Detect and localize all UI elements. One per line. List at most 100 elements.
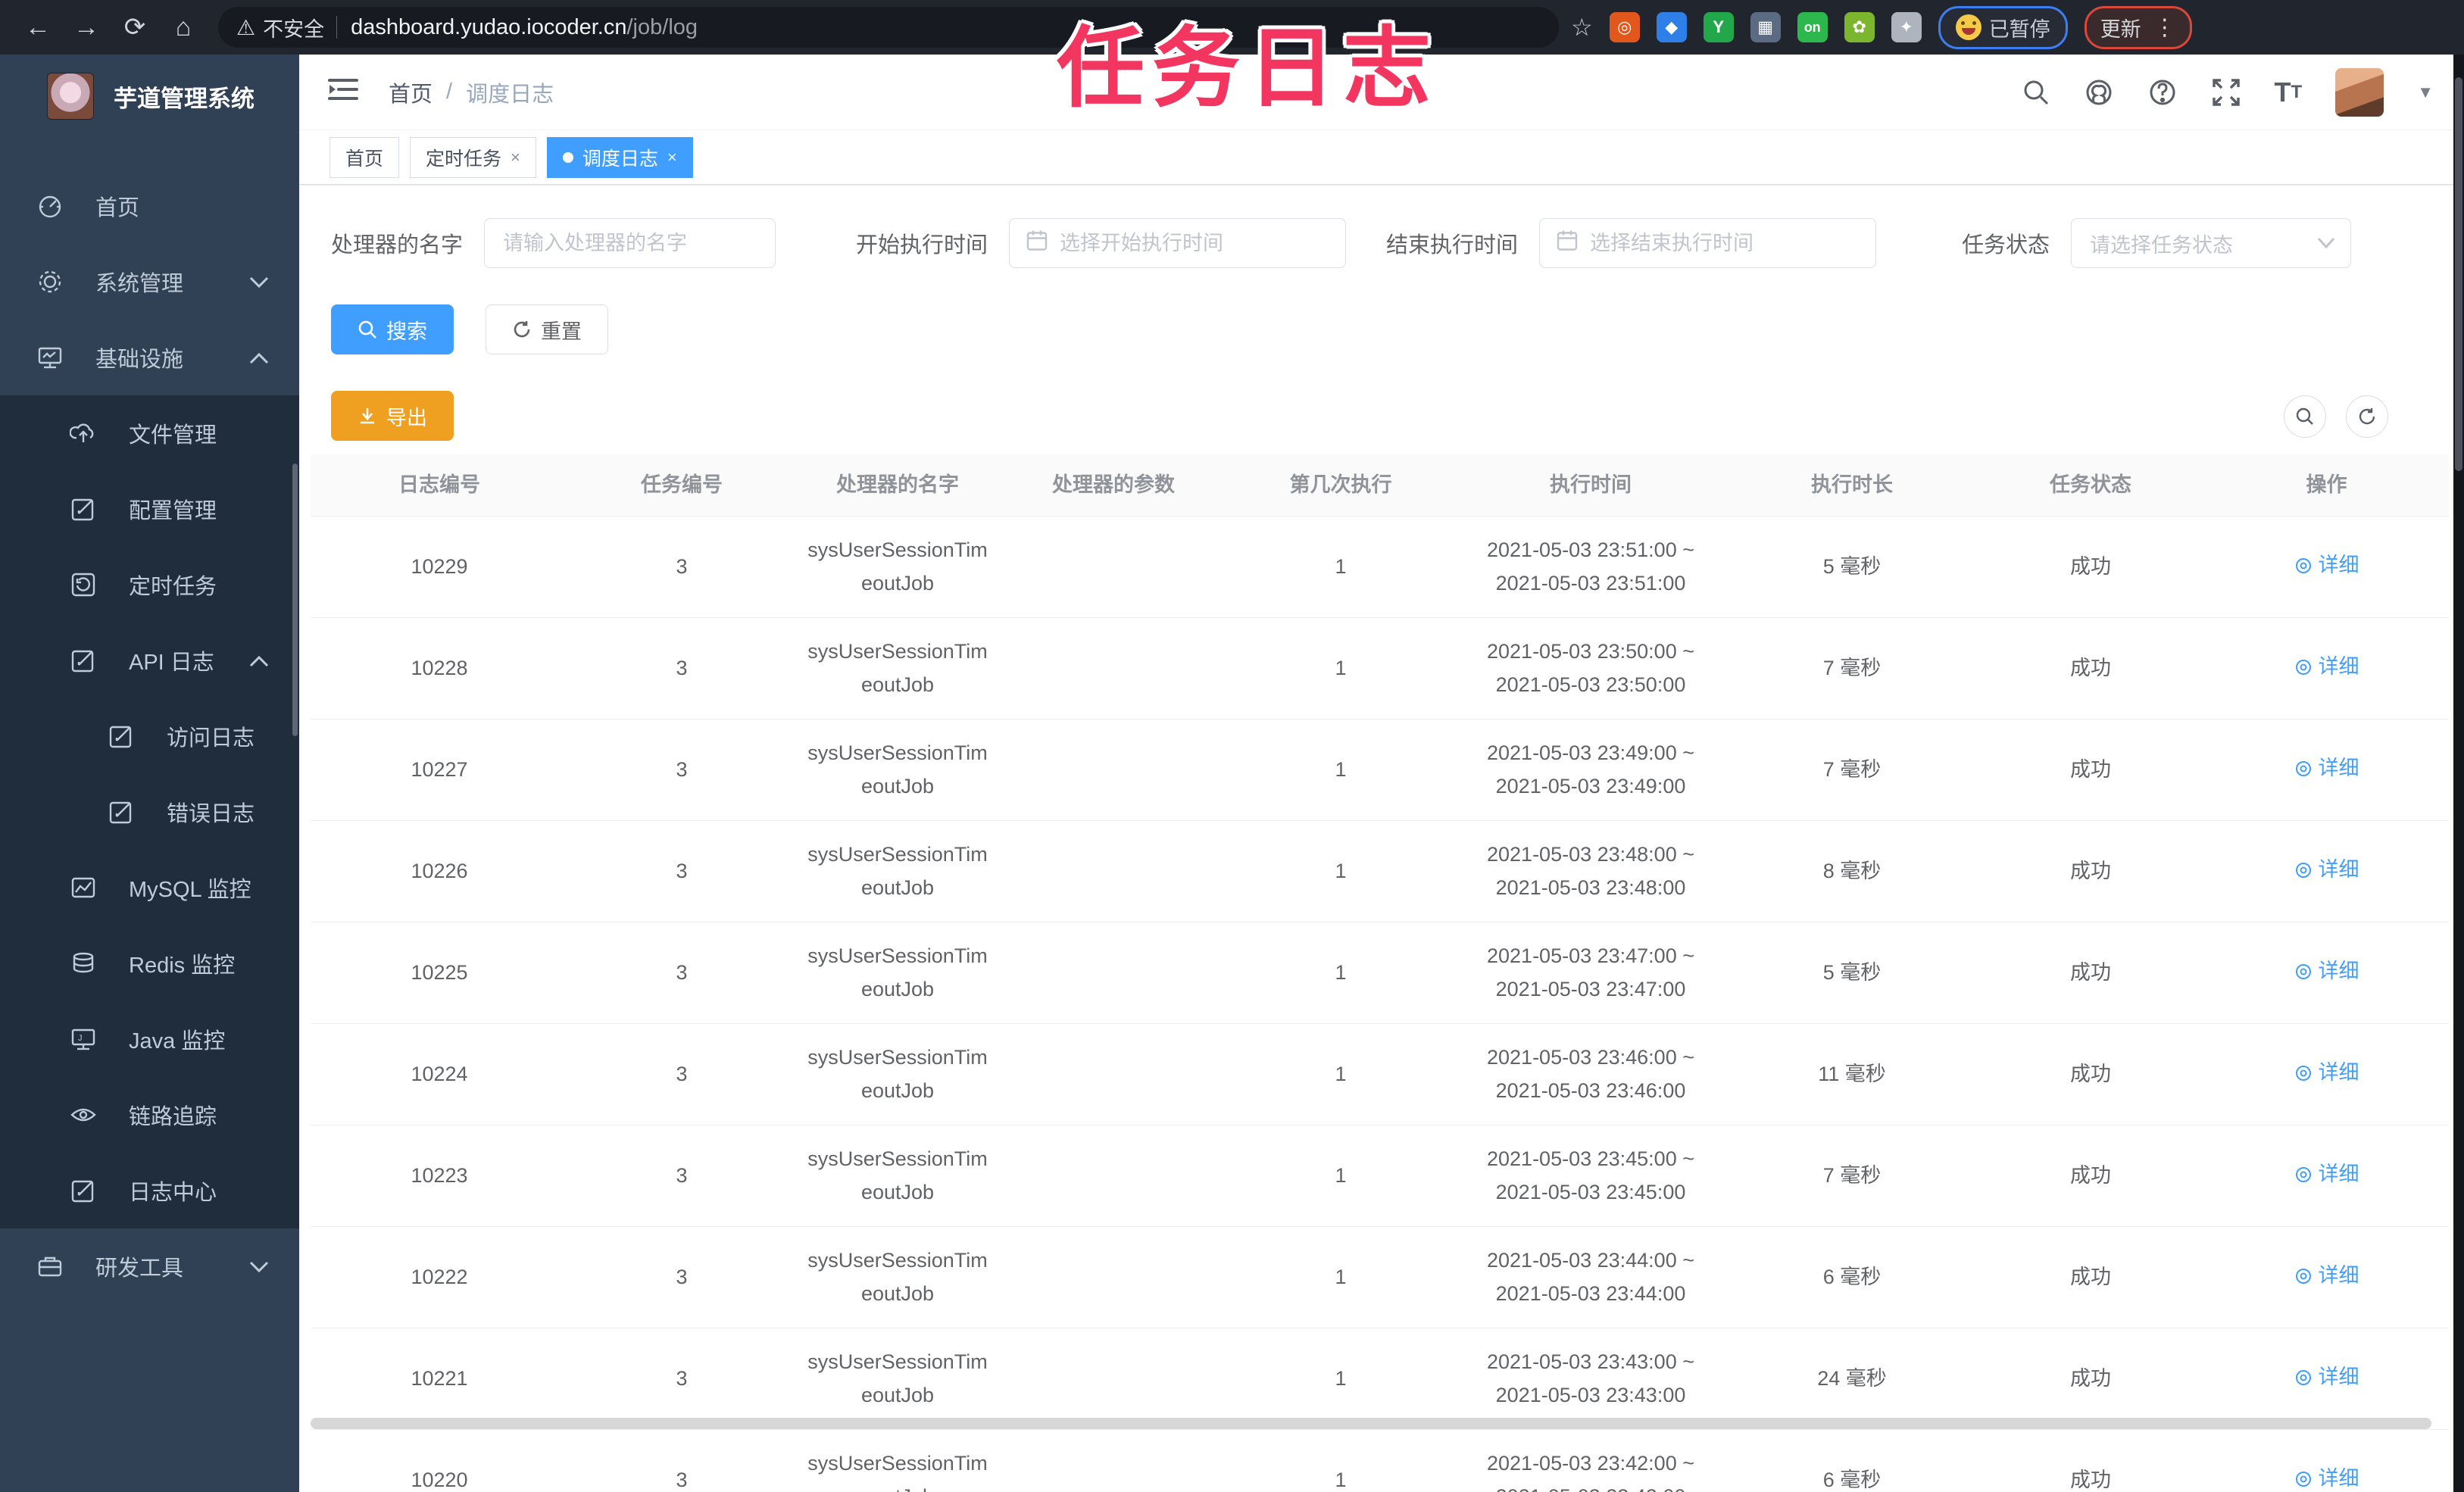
table-row: 10229 3 sysUserSessionTimeoutJob 1 2021-05-0… — [311, 517, 2449, 618]
sidebar-item-研发工具[interactable]: 研发工具 — [0, 1228, 299, 1304]
font-size-icon[interactable]: TT — [2275, 76, 2303, 108]
sidebar-item-配置管理[interactable]: 配置管理 — [0, 471, 299, 547]
detail-link[interactable]: 详细 — [2294, 955, 2359, 988]
url-divider — [336, 16, 338, 39]
cell-status: 成功 — [2070, 656, 2111, 679]
sidebar-scrollbar[interactable] — [292, 464, 298, 736]
chevron-down-icon — [2317, 237, 2335, 249]
sidebar-item-日志中心[interactable]: 日志中心 — [0, 1153, 299, 1228]
security-label[interactable]: 不安全 — [263, 13, 324, 42]
end-time-input[interactable] — [1539, 218, 1877, 268]
user-avatar[interactable] — [2335, 67, 2384, 117]
cell-duration: 7 毫秒 — [1822, 656, 1882, 679]
window-scrollbar-thumb[interactable] — [2455, 77, 2462, 471]
view-icon — [2295, 1065, 2311, 1081]
window-scrollbar-track[interactable] — [2453, 55, 2464, 1492]
page-annotation-title: 任务日志 — [1057, 19, 1438, 117]
green-y-extension[interactable]: Y — [1703, 12, 1734, 42]
sidebar-item-Redis-监控[interactable]: Redis 监控 — [0, 925, 299, 1001]
sidebar-item-label: API 日志 — [129, 651, 214, 675]
export-button[interactable]: 导出 — [331, 391, 454, 441]
sidebar-item-Java-监控[interactable]: J Java 监控 — [0, 1001, 299, 1077]
search-icon[interactable] — [2022, 78, 2050, 107]
breadcrumb-home[interactable]: 首页 — [389, 76, 433, 108]
avatar-caret-down-icon[interactable]: ▼ — [2417, 83, 2434, 102]
tab-定时任务[interactable]: 定时任务 × — [410, 136, 536, 178]
cell-execute-time: 2021-05-03 23:49:00 ~2021-05-03 23:49:00 — [1487, 741, 1694, 798]
sidebar-item-API-日志[interactable]: API 日志 — [0, 623, 299, 698]
sidebar-item-文件管理[interactable]: 文件管理 — [0, 395, 299, 471]
cell-duration: 6 毫秒 — [1822, 1265, 1882, 1288]
cell-log-id: 10225 — [411, 960, 468, 984]
browser-menu-icon[interactable]: ⋮ — [2153, 14, 2176, 41]
paused-extension-button[interactable]: 已暂停 — [1938, 5, 2068, 49]
reset-button[interactable]: 重置 — [486, 304, 608, 354]
detail-link[interactable]: 详细 — [2294, 854, 2359, 886]
bookmark-star-icon[interactable]: ☆ — [1571, 13, 1593, 42]
tab-首页[interactable]: 首页 — [329, 136, 400, 178]
sidebar-item-MySQL-监控[interactable]: MySQL 监控 — [0, 850, 299, 925]
refresh-table-button[interactable] — [2346, 395, 2388, 438]
sidebar-item-label: 系统管理 — [95, 272, 184, 296]
cell-log-id: 10226 — [411, 859, 468, 882]
edit-icon — [70, 495, 97, 523]
sidebar-item-定时任务[interactable]: 定时任务 — [0, 547, 299, 623]
eye-icon — [70, 1101, 97, 1128]
job-status-label: 任务状态 — [1962, 233, 2050, 258]
horizontal-scrollbar[interactable] — [311, 1418, 2431, 1429]
cell-log-id: 10224 — [411, 1062, 468, 1085]
orange-ring-extension[interactable]: ◎ — [1609, 12, 1640, 42]
tab-调度日志[interactable]: 调度日志 × — [546, 136, 693, 178]
sidebar-item-系统管理[interactable]: 系统管理 — [0, 244, 299, 320]
toolbox-icon — [36, 1253, 64, 1280]
cell-execute-time: 2021-05-03 23:43:00 ~2021-05-03 23:43:00 — [1487, 1350, 1694, 1406]
detail-link[interactable]: 详细 — [2294, 1057, 2359, 1089]
on-badge-extension[interactable]: on — [1797, 12, 1828, 42]
browser-update-button[interactable]: 更新 ⋮ — [2084, 5, 2192, 49]
leaf-extension[interactable]: ✿ — [1844, 12, 1875, 42]
github-icon[interactable] — [2084, 77, 2114, 108]
grid-extension[interactable]: ▦ — [1750, 12, 1781, 42]
browser-home-icon[interactable]: ⌂ — [165, 9, 201, 45]
detail-link[interactable]: 详细 — [2294, 549, 2359, 582]
detail-link[interactable]: 详细 — [2294, 651, 2359, 683]
emoji-icon — [1955, 14, 1982, 40]
help-icon[interactable] — [2147, 77, 2178, 108]
blue-drop-extension[interactable]: ◆ — [1656, 12, 1687, 42]
fullscreen-icon[interactable] — [2211, 77, 2241, 108]
puzzle-extension[interactable]: ✦ — [1891, 12, 1922, 42]
detail-link[interactable]: 详细 — [2294, 752, 2359, 785]
detail-link[interactable]: 详细 — [2294, 1259, 2359, 1292]
browser-reload-icon[interactable]: ⟳ — [117, 9, 153, 45]
cell-log-id: 10227 — [411, 757, 468, 781]
breadcrumb: 首页 / 调度日志 — [389, 76, 554, 108]
sidebar-item-首页[interactable]: 首页 — [0, 168, 299, 244]
toggle-search-button[interactable] — [2284, 395, 2326, 438]
cell-log-id: 10222 — [411, 1265, 468, 1288]
search-button[interactable]: 搜索 — [331, 304, 454, 354]
cell-status: 成功 — [2070, 859, 2111, 882]
url-path: /job/log — [626, 14, 698, 39]
table-row: 10227 3 sysUserSessionTimeoutJob 1 2021-05-0… — [311, 719, 2449, 821]
sidebar-item-基础设施[interactable]: 基础设施 — [0, 320, 299, 395]
sidebar-item-访问日志[interactable]: 访问日志 — [0, 698, 299, 774]
sidebar-item-错误日志[interactable]: 错误日志 — [0, 774, 299, 850]
job-status-select[interactable]: 请选择任务状态 — [2071, 218, 2352, 268]
handler-name-input[interactable] — [484, 218, 776, 268]
cell-status: 成功 — [2070, 1265, 2111, 1288]
close-tab-icon[interactable]: × — [511, 148, 520, 167]
detail-link[interactable]: 详细 — [2294, 1158, 2359, 1191]
hamburger-icon[interactable] — [328, 76, 358, 108]
close-tab-icon[interactable]: × — [667, 148, 677, 167]
cell-job-id: 3 — [676, 1163, 688, 1187]
cell-duration: 6 毫秒 — [1822, 1468, 1882, 1491]
cell-execute-index: 1 — [1335, 1366, 1347, 1390]
start-time-input[interactable] — [1009, 218, 1347, 268]
app-logo-row[interactable]: 芋道管理系统 — [0, 55, 299, 138]
sidebar-item-链路追踪[interactable]: 链路追踪 — [0, 1077, 299, 1153]
detail-link[interactable]: 详细 — [2294, 1462, 2359, 1492]
browser-back-icon[interactable]: ← — [20, 9, 56, 45]
detail-link[interactable]: 详细 — [2294, 1361, 2359, 1394]
browser-forward-icon[interactable]: → — [68, 9, 105, 45]
sidebar-item-label: MySQL 监控 — [129, 878, 251, 902]
